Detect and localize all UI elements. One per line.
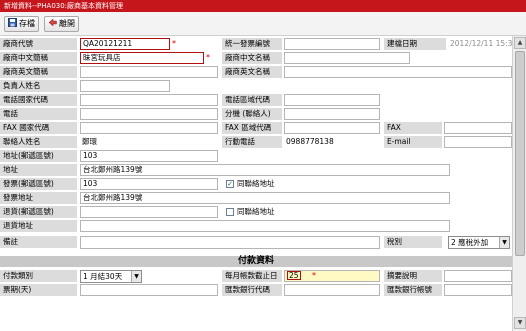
invoice-address-label: 發票地址 xyxy=(0,192,77,204)
phone-label: 電話 xyxy=(0,108,77,120)
exit-button[interactable]: 離開 xyxy=(44,16,79,32)
note-label: 備註 xyxy=(0,236,77,248)
pay-type-label: 付款類別 xyxy=(0,270,77,282)
tax-type-value: 2 應稅外加 xyxy=(451,238,489,247)
pay-type-select[interactable]: 1 月結30天 ▼ xyxy=(80,270,142,283)
ticket-days-label: 票期(天) xyxy=(0,284,77,296)
return-same-address-checkbox[interactable] xyxy=(226,208,234,216)
vendor-code-label: 廠商代號 xyxy=(0,38,77,50)
email-label: E-mail xyxy=(384,136,442,148)
cutoff-day-value: 25 xyxy=(287,271,301,280)
chevron-down-icon: ▼ xyxy=(499,237,509,248)
bank-code-label: 匯款銀行代碼 xyxy=(222,284,282,296)
vendor-short-cn-label: 廠商中文簡稱 xyxy=(0,52,77,64)
save-button[interactable]: 存檔 xyxy=(4,16,39,32)
address-zip-label: 地址(郵遞區號) xyxy=(0,150,77,162)
scroll-thumb[interactable] xyxy=(515,51,525,256)
contact-name-value: 鄭環 xyxy=(82,137,97,146)
email-field[interactable] xyxy=(444,136,512,148)
return-address-field[interactable] xyxy=(80,220,450,232)
required-marker: * xyxy=(172,39,176,48)
phone-area-label: 電話區域代碼 xyxy=(222,94,282,106)
invoice-address-field[interactable]: 台北鄭州路139號 xyxy=(80,192,450,204)
scroll-down-icon[interactable]: ▼ xyxy=(514,317,526,329)
cutoff-day-field[interactable]: 25 xyxy=(284,270,380,282)
tax-type-label: 稅別 xyxy=(384,236,442,248)
return-address-label: 退貨地址 xyxy=(0,220,77,232)
phone-field[interactable] xyxy=(80,108,218,120)
fax-country-label: FAX 國家代碼 xyxy=(0,122,77,134)
phone-area-field[interactable] xyxy=(284,94,380,106)
fax-label: FAX xyxy=(384,122,442,134)
save-icon xyxy=(8,18,17,27)
address-zip-field[interactable]: 103 xyxy=(80,150,218,162)
ticket-days-field[interactable] xyxy=(80,284,218,296)
invoice-zip-field[interactable]: 103 xyxy=(80,178,218,190)
vertical-scrollbar[interactable]: ▲ ▼ xyxy=(512,36,526,331)
bank-code-field[interactable] xyxy=(284,284,380,296)
cutoff-day-label: 每月帳款截止日 xyxy=(222,270,282,282)
phone-country-field[interactable] xyxy=(80,94,218,106)
pay-type-value: 1 月結30天 xyxy=(83,272,123,281)
vendor-full-en-field[interactable] xyxy=(284,66,512,78)
created-date-label: 建檔日期 xyxy=(384,38,446,50)
return-zip-label: 退貨(郵遞區號) xyxy=(0,206,77,218)
required-marker: * xyxy=(312,271,316,280)
tax-id-label: 統一發票編號 xyxy=(222,38,282,50)
window-title-bar: 新增資料--PHA030:廠商基本資料管理 xyxy=(0,0,526,12)
toolbar: 存檔 離開 xyxy=(0,12,526,36)
save-label: 存檔 xyxy=(19,19,35,28)
window-title: 新增資料--PHA030:廠商基本資料管理 xyxy=(4,2,124,10)
ext-field[interactable] xyxy=(284,108,380,120)
return-zip-field[interactable] xyxy=(80,206,218,218)
chevron-down-icon: ▼ xyxy=(131,271,141,282)
summary-field[interactable] xyxy=(444,270,512,282)
fax-country-field[interactable] xyxy=(80,122,218,134)
invoice-zip-label: 發票(郵遞區號) xyxy=(0,178,77,190)
vendor-full-en-label: 廠商英文名稱 xyxy=(222,66,282,78)
vendor-form: 廠商代號 QA20121211 * 統一發票編號 建檔日期 2012/12/11… xyxy=(0,36,526,331)
fax-area-label: FAX 區域代碼 xyxy=(222,122,282,134)
contact-name-label: 聯絡人姓名 xyxy=(0,136,77,148)
ext-label: 分機 (聯絡人) xyxy=(222,108,282,120)
bank-account-field[interactable] xyxy=(444,284,512,296)
payment-section-title: 付款資料 xyxy=(0,256,512,267)
vendor-short-en-label: 廠商英文簡稱 xyxy=(0,66,77,78)
return-same-address-label: 同聯絡地址 xyxy=(237,207,275,216)
mobile-label: 行動電話 xyxy=(222,136,282,148)
tax-type-select[interactable]: 2 應稅外加 ▼ xyxy=(448,236,510,249)
address-field[interactable]: 台北鄭州路139號 xyxy=(80,164,450,176)
owner-label: 負責人姓名 xyxy=(0,80,77,92)
note-field[interactable] xyxy=(80,236,380,249)
tax-id-field[interactable] xyxy=(284,38,380,50)
vendor-code-field[interactable]: QA20121211 xyxy=(80,38,170,50)
vendor-full-cn-label: 廠商中文名稱 xyxy=(222,52,282,64)
fax-area-field[interactable] xyxy=(284,122,380,134)
phone-country-label: 電話國家代碼 xyxy=(0,94,77,106)
invoice-same-address-checkbox[interactable]: ✓ xyxy=(226,180,234,188)
invoice-same-address-label: 同聯絡地址 xyxy=(237,179,275,188)
vendor-short-cn-field[interactable]: 昧宮玩具店 xyxy=(80,52,204,64)
scroll-up-icon[interactable]: ▲ xyxy=(514,37,526,49)
mobile-value: 0988778138 xyxy=(286,137,334,146)
exit-label: 離開 xyxy=(59,19,75,28)
required-marker: * xyxy=(206,53,210,62)
fax-field[interactable] xyxy=(444,122,512,134)
exit-icon xyxy=(48,18,57,27)
bank-account-label: 匯款銀行帳號 xyxy=(384,284,442,296)
owner-field[interactable] xyxy=(80,80,170,92)
address-label: 地址 xyxy=(0,164,77,176)
summary-label: 摘要說明 xyxy=(384,270,442,282)
vendor-short-en-field[interactable] xyxy=(80,66,218,78)
vendor-full-cn-field[interactable] xyxy=(284,52,410,64)
